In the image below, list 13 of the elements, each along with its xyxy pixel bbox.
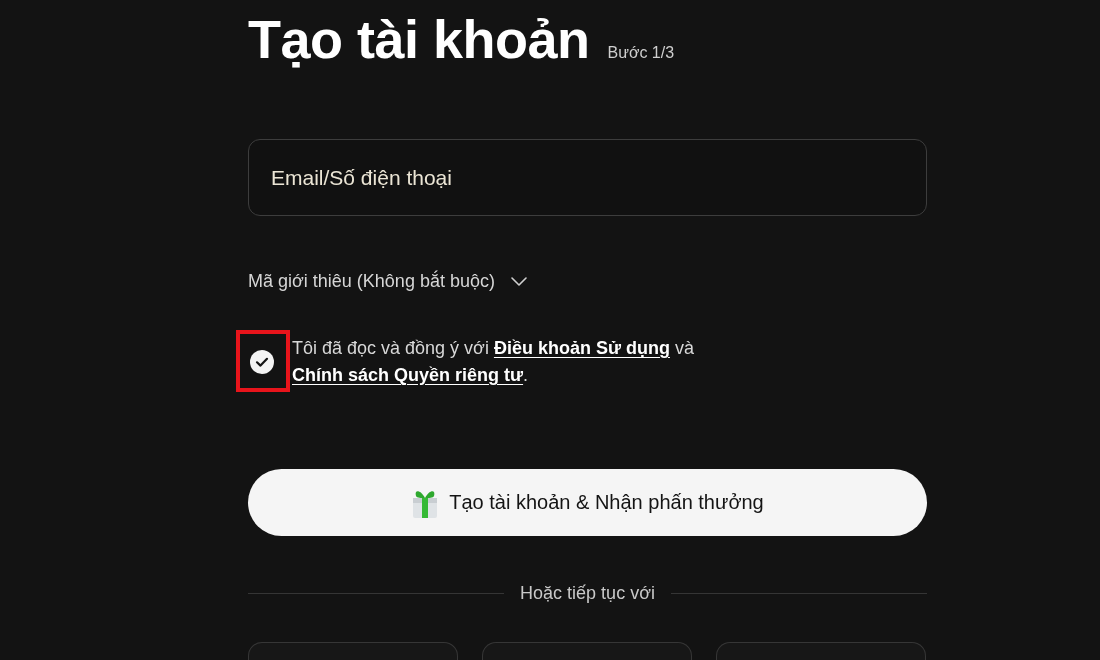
terms-consent-text: Tôi đã đọc và đồng ý với Điều khoản Sử dụng và Chính sách Quyền riêng tư. (292, 337, 695, 387)
login-option-button[interactable] (482, 642, 692, 660)
step-indicator: Bước 1/3 (607, 44, 675, 62)
divider-label: Hoặc tiếp tục với (520, 582, 655, 604)
email-phone-field[interactable]: Email/Số điện thoại (248, 139, 927, 216)
login-option-button[interactable] (716, 642, 926, 660)
checkbox[interactable] (250, 350, 274, 374)
create-account-button[interactable]: Tạo tài khoản & Nhận phấn thưởng (248, 469, 927, 536)
referral-code-toggle[interactable]: Mã giới thiêu (Không bắt buộc) (248, 269, 527, 293)
privacy-policy-link[interactable]: Chính sách Quyền riêng tư (292, 365, 524, 385)
login-option-button[interactable] (248, 642, 458, 660)
page-title: Tạo tài khoản (248, 8, 590, 70)
terms-of-use-link[interactable]: Điều khoản Sử dụng (493, 338, 670, 358)
